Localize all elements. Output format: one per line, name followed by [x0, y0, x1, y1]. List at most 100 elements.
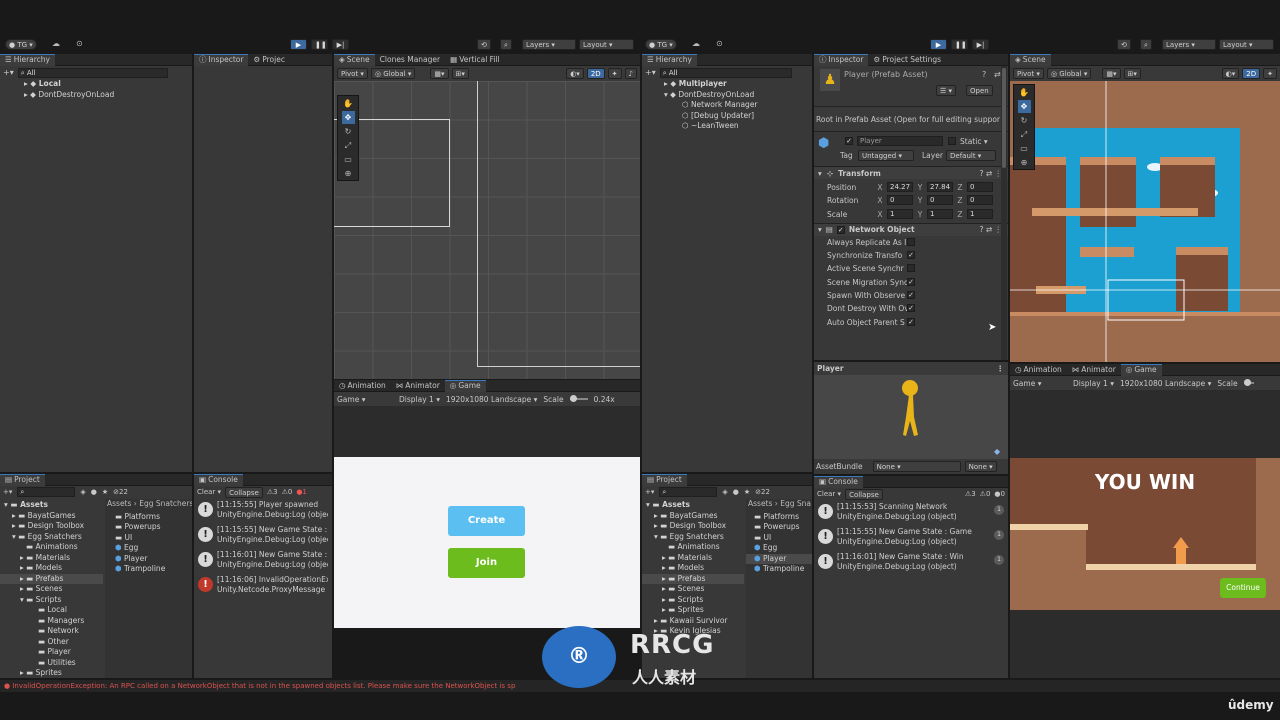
label-icon[interactable]: ● [733, 488, 739, 496]
tab-scene[interactable]: ◈ Scene [1010, 54, 1051, 66]
asset-item[interactable]: ▬ UI [105, 533, 192, 544]
folder[interactable]: ▬ Network [0, 626, 103, 637]
hand-tool-icon[interactable]: ✋ [342, 97, 355, 110]
folder[interactable]: ▬ Animations [642, 542, 744, 553]
scene-canvas[interactable]: ✋ ✥ ↻ ⤢ ▭ ⊕ [334, 81, 640, 379]
2d-toggle[interactable]: 2D [1242, 67, 1261, 79]
console-row[interactable]: ! [11:16:06] InvalidOperationExc Unity.Net… [194, 573, 332, 598]
prop-checkbox[interactable] [907, 264, 915, 273]
filter-icon[interactable]: ◈ [80, 488, 85, 496]
warn-count[interactable]: ⚠3 [267, 488, 278, 496]
move-tool-icon[interactable]: ✥ [341, 111, 355, 124]
clear-button[interactable]: Clear ▾ [817, 490, 841, 498]
folder[interactable]: ▬ Utilities [0, 658, 103, 669]
tab-clones-manager[interactable]: Clones Manager [375, 54, 445, 66]
hierarchy-search-input[interactable]: ⌕ All [17, 67, 168, 78]
search-icon[interactable]: ⌕ [1140, 39, 1152, 50]
asset-item[interactable]: ⬢ Egg [746, 543, 812, 554]
folder[interactable]: ▬ Other [0, 637, 103, 648]
folder[interactable]: ▬ Animations [0, 542, 103, 553]
pivot-dropdown[interactable]: Pivot ▾ [337, 67, 368, 79]
tab-project[interactable]: ⚙ Projec [248, 54, 289, 66]
folder[interactable]: ▸ ▬ Design Toolbox [0, 521, 103, 532]
resolution-dropdown[interactable]: 1920x1080 Landscape ▾ [1120, 379, 1211, 388]
play-button[interactable]: ▶ [290, 39, 307, 50]
2d-toggle[interactable]: 2D [586, 67, 605, 79]
help-icon[interactable]: ? [982, 70, 986, 79]
scene-row-local[interactable]: ▸ ◆ Local [0, 79, 192, 90]
layers-dropdown[interactable]: Layers ▾ [1162, 39, 1216, 50]
filter-icon[interactable]: ◈ [722, 488, 727, 496]
tab-scene[interactable]: ◈ Scene [334, 54, 375, 66]
prop-checkbox[interactable]: ✓ [907, 291, 915, 300]
x-field[interactable]: 24.27 [887, 182, 913, 192]
cloud-icon[interactable]: ☁ [52, 39, 60, 48]
console-row[interactable]: ! [11:16:01] New Game State : Win UnityEng… [814, 550, 1008, 575]
add-icon[interactable]: +▾ [645, 488, 654, 496]
account-dropdown[interactable]: ● TG ▾ [645, 39, 677, 50]
pivot-dropdown[interactable]: Pivot ▾ [1013, 67, 1044, 79]
shading-icon[interactable]: ◐▾ [1221, 67, 1240, 79]
console-row[interactable]: ! [11:15:55] New Game State : G UnityEngin… [194, 523, 332, 548]
history-icon[interactable]: ⟲ [477, 39, 491, 50]
console-row[interactable]: ! [11:16:01] New Game State : L UnityEngin… [194, 548, 332, 573]
tab-console[interactable]: ▣ Console [194, 474, 243, 486]
gameobject-row[interactable]: ⬡ ~LeanTween [642, 121, 812, 132]
tag-dropdown[interactable]: Untagged ▾ [858, 150, 914, 161]
folder[interactable]: ▬ Local [0, 605, 103, 616]
collab-icon[interactable]: ⊙ [716, 39, 723, 48]
snap-icon[interactable]: ⊞▾ [1123, 67, 1141, 79]
tab-animation[interactable]: ◷ Animation [334, 380, 391, 392]
open-prefab-button[interactable]: Open [966, 85, 993, 96]
folder[interactable]: ▸ ▬ BayatGames [0, 511, 103, 522]
tab-animation[interactable]: ◷ Animation [1010, 364, 1067, 376]
global-dropdown[interactable]: ◎ Global ▾ [1046, 67, 1092, 79]
asset-item[interactable]: ⬢ Trampoline [105, 564, 192, 575]
asset-item[interactable]: ▬ Powerups [746, 522, 812, 533]
folder[interactable]: ▸ ▬ Scenes [642, 584, 744, 595]
tab-game[interactable]: ◎ Game [1120, 364, 1162, 376]
join-button[interactable]: Join [448, 548, 525, 578]
prop-checkbox[interactable]: ✓ [907, 304, 915, 313]
rect-tool-icon[interactable]: ▭ [342, 153, 355, 166]
transform-tool-icon[interactable]: ⊕ [1018, 156, 1031, 169]
tab-inspector[interactable]: ⓘ Inspector [194, 54, 249, 66]
transform-header[interactable]: ▾ ⊹ Transform? ⇄ ⋮ [814, 166, 1008, 179]
crumb[interactable]: Assets [107, 499, 131, 508]
add-icon[interactable]: +▾ [3, 68, 14, 77]
tab-animator[interactable]: ⋈ Animator [1067, 364, 1121, 376]
pause-button[interactable]: ❚❚ [311, 39, 328, 50]
folder[interactable]: ▬ Managers [0, 616, 103, 627]
star-icon[interactable]: ★ [744, 488, 750, 496]
component-enabled-checkbox[interactable]: ✓ [836, 225, 845, 234]
inspector-scrollbar[interactable] [1001, 66, 1007, 360]
project-search-input[interactable]: ⌕ [659, 487, 718, 497]
folder[interactable]: ▸ ▬ Models [0, 563, 103, 574]
account-dropdown[interactable]: ● TG ▾ [5, 39, 37, 50]
tab-inspector[interactable]: ⓘ Inspector [814, 54, 869, 66]
warn-count[interactable]: ⚠3 [965, 490, 976, 498]
prop-checkbox[interactable]: ✓ [907, 277, 915, 286]
z-field[interactable]: 1 [967, 208, 993, 219]
tab-hierarchy[interactable]: ☰ Hierarchy [642, 54, 697, 66]
continue-button[interactable]: Continue [1220, 578, 1266, 598]
preview-header[interactable]: Player ⋮ [814, 362, 1008, 375]
clear-button[interactable]: Clear ▾ [197, 488, 221, 496]
folder[interactable]: ▸ ▬ Prefabs [0, 573, 103, 584]
collapse-toggle[interactable]: Collapse [845, 488, 883, 500]
snap-icon[interactable]: ⊞▾ [451, 67, 469, 79]
crumb[interactable]: Egg Sna [780, 499, 811, 508]
scale-slider[interactable] [1243, 379, 1254, 386]
y-field[interactable]: 0 [927, 195, 953, 206]
folder-assets[interactable]: ▾ ▬ Assets [642, 500, 744, 511]
scale-tool-icon[interactable]: ⤢ [342, 139, 355, 152]
shading-icon[interactable]: ◐▾ [566, 67, 584, 79]
asset-item-selected[interactable]: ⬢ Player [746, 553, 812, 564]
name-field[interactable]: Player [857, 136, 943, 146]
folder[interactable]: ▸ ▬ Prefabs [642, 573, 744, 584]
tab-console[interactable]: ▣ Console [814, 476, 863, 488]
cloud-icon[interactable]: ☁ [692, 39, 700, 48]
play-button[interactable]: ▶ [930, 39, 947, 50]
variant-dropdown[interactable]: None ▾ [964, 461, 997, 472]
folder[interactable]: ▬ Player [0, 647, 103, 658]
